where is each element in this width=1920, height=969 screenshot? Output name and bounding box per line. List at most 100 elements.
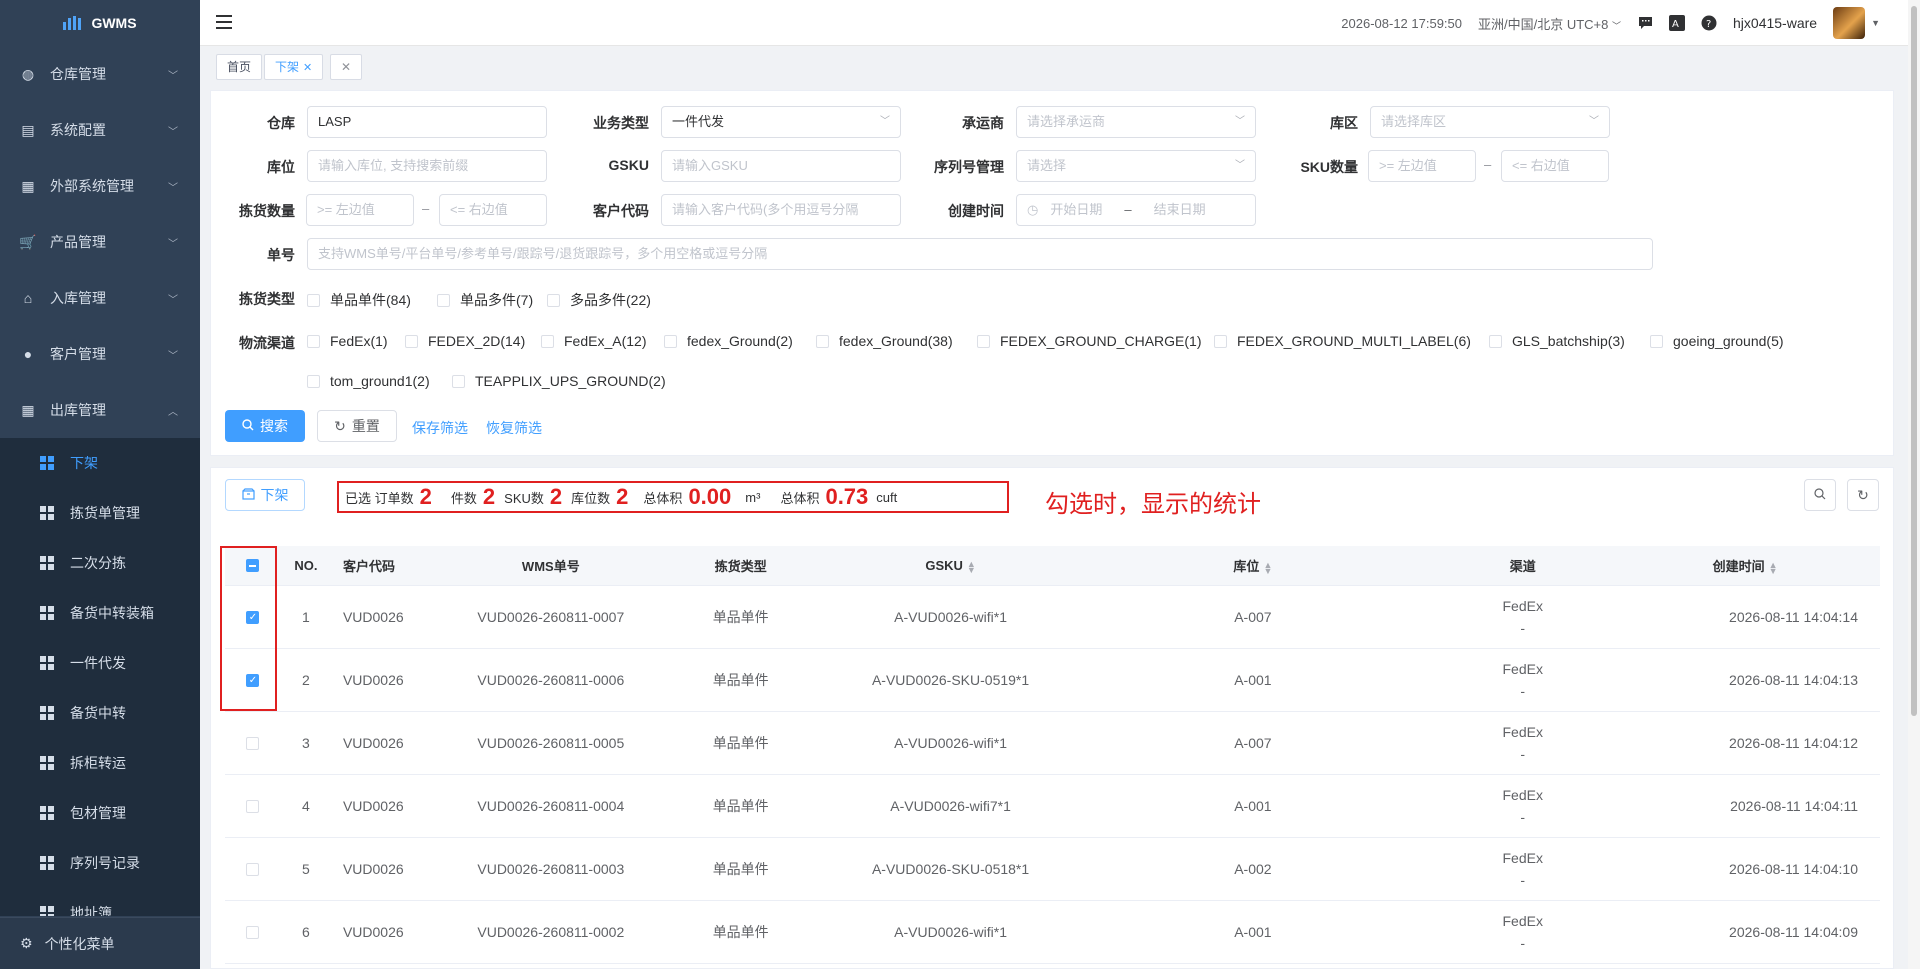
stat-locations: 2 <box>616 484 629 509</box>
sidebar-menu-item[interactable]: 🛒 产品管理 ﹀ <box>0 214 200 270</box>
biz-type-select[interactable]: 一件代发 ﹀ <box>661 106 901 138</box>
custom-menu-label: 个性化菜单 <box>44 935 115 952</box>
app-logo[interactable]: GWMS <box>0 0 200 46</box>
filter-checkbox[interactable]: FEDEX_2D(14) <box>405 333 525 349</box>
checkbox-icon <box>246 862 260 876</box>
filter-checkbox[interactable]: FedEx(1) <box>307 333 388 349</box>
table-row[interactable]: 5 VUD0026 VUD0026-260811-0003 单品单件 A-VUD0026… <box>225 838 1880 901</box>
col-created[interactable]: 创建时间 ▲ ▼ <box>1610 556 1880 575</box>
sort-icon[interactable]: ▲ ▼ <box>1263 560 1272 575</box>
sidebar-subitem[interactable]: 下架 <box>0 438 200 488</box>
filter-checkbox[interactable]: FEDEX_GROUND_CHARGE(1) <box>977 333 1201 349</box>
order-no-label: 单号 <box>267 247 295 263</box>
grid-icon <box>40 856 54 870</box>
zone-select[interactable]: 请选择库区 ﹀ <box>1370 106 1610 138</box>
filter-checkbox[interactable]: FEDEX_GROUND_MULTI_LABEL(6) <box>1214 333 1471 349</box>
customer-code-label: 客户代码 <box>593 203 649 219</box>
save-filter-link[interactable]: 保存筛选 <box>412 418 468 438</box>
row-checkbox[interactable] <box>225 736 281 750</box>
sidebar-menu-item[interactable]: ▦ 外部系统管理 ﹀ <box>0 158 200 214</box>
offshelf-button[interactable]: 下架 <box>225 479 305 511</box>
close-icon[interactable]: ✕ <box>303 62 312 74</box>
sidebar-subitem[interactable]: 二次分拣 <box>0 538 200 588</box>
search-button[interactable]: 搜索 <box>225 410 305 442</box>
filter-checkbox[interactable]: fedex_Ground(2) <box>664 333 793 349</box>
caret-down-icon[interactable]: ▼ <box>1871 18 1880 28</box>
zone-label: 库区 <box>1330 115 1358 131</box>
customer-code-input[interactable]: 请输入客户代码(多个用逗号分隔 <box>661 194 901 226</box>
gsku-label: GSKU <box>608 157 649 173</box>
avatar[interactable] <box>1833 7 1866 39</box>
row-checkbox[interactable] <box>225 799 281 813</box>
cell-wms: VUD0026-260811-0004 <box>477 798 625 814</box>
sidebar-subitem[interactable]: 备货中转 <box>0 688 200 738</box>
filter-checkbox[interactable]: fedex_Ground(38) <box>816 333 953 349</box>
warehouse-input[interactable]: LASP <box>307 106 547 138</box>
sidebar-subitem[interactable]: 拆柜转运 <box>0 738 200 788</box>
pick-qty-min-input[interactable]: >= 左边值 <box>306 194 414 226</box>
help-icon[interactable]: ? <box>1701 15 1717 31</box>
search-toggle-button[interactable] <box>1804 479 1836 511</box>
reset-button[interactable]: ↻ 重置 <box>317 410 397 442</box>
row-checkbox[interactable] <box>225 862 281 876</box>
sidebar-subitem[interactable]: 备货中转装箱 <box>0 588 200 638</box>
sidebar-menu-item[interactable]: ◍ 仓库管理 ﹀ <box>0 46 200 102</box>
location-input[interactable]: 请输入库位, 支持搜索前缀 <box>307 150 547 182</box>
sidebar-menu-item[interactable]: ● 客户管理 ﹀ <box>0 326 200 382</box>
filter-checkbox[interactable]: GLS_batchship(3) <box>1489 333 1625 349</box>
username[interactable]: hjx0415-ware <box>1733 15 1817 31</box>
translate-icon[interactable]: A <box>1669 15 1686 31</box>
table-row[interactable]: ✓ 2 VUD0026 VUD0026-260811-0006 单品单件 A-VUD002… <box>225 649 1880 712</box>
page-scrollbar[interactable] <box>1908 0 1920 969</box>
message-icon[interactable] <box>1637 15 1653 31</box>
timezone-select[interactable]: 亚洲/中国/北京 UTC+8 ﹀ <box>1478 14 1621 33</box>
sidebar-subitem[interactable]: 序列号记录 <box>0 838 200 888</box>
sidebar-subitem[interactable]: 一件代发 <box>0 638 200 688</box>
table-row[interactable]: ✓ 1 VUD0026 VUD0026-260811-0007 单品单件 A-VUD002… <box>225 586 1880 649</box>
close-all-tags-button[interactable]: ✕ <box>330 54 363 80</box>
biz-type-label: 业务类型 <box>593 115 649 131</box>
checkbox-label: tom_ground1(2) <box>330 373 430 389</box>
filter-checkbox[interactable]: 单品多件(7) <box>437 290 533 310</box>
col-gsku[interactable]: GSKU ▲ ▼ <box>831 558 1071 574</box>
sidebar-menu-item[interactable]: ⌂ 入库管理 ﹀ <box>0 270 200 326</box>
sidebar-subitem-label: 包材管理 <box>70 805 126 821</box>
custom-menu-button[interactable]: ⚙ 个性化菜单 <box>0 917 200 969</box>
restore-filter-link[interactable]: 恢复筛选 <box>486 418 542 438</box>
sidebar-subitem[interactable]: 地址簿 <box>0 888 200 916</box>
refresh-button[interactable]: ↻ <box>1847 479 1879 511</box>
cell-created: 2026-08-11 14:04:12 <box>1729 735 1859 751</box>
table-row[interactable]: 3 VUD0026 VUD0026-260811-0005 单品单件 A-VUD0026… <box>225 712 1880 775</box>
col-channel: 渠道 <box>1509 559 1536 574</box>
checkbox-icon <box>1489 334 1502 348</box>
refresh-icon: ↻ <box>334 417 346 434</box>
sidebar-menu-item[interactable]: ▤ 系统配置 ﹀ <box>0 102 200 158</box>
filter-checkbox[interactable]: goeing_ground(5) <box>1650 333 1784 349</box>
filter-checkbox[interactable]: tom_ground1(2) <box>307 373 430 389</box>
sku-qty-max-input[interactable]: <= 右边值 <box>1501 150 1609 182</box>
sidebar-menu-item[interactable]: ▦ 出库管理 ︿ <box>0 382 200 438</box>
menu-toggle-icon[interactable] <box>216 15 232 29</box>
row-checkbox[interactable] <box>225 925 281 939</box>
pick-qty-max-input[interactable]: <= 右边值 <box>439 194 547 226</box>
order-no-input[interactable]: 支持WMS单号/平台单号/参考单号/跟踪号/退货跟踪号，多个用空格或逗号分隔 <box>307 238 1653 270</box>
filter-checkbox[interactable]: FedEx_A(12) <box>541 333 646 349</box>
created-date-range[interactable]: ◷ 开始日期 – 结束日期 <box>1016 194 1256 226</box>
tag-offshelf[interactable]: 下架 ✕ <box>264 54 324 80</box>
table-row[interactable]: 4 VUD0026 VUD0026-260811-0004 单品单件 A-VUD0026… <box>225 775 1880 838</box>
sidebar-subitem[interactable]: 拣货单管理 <box>0 488 200 538</box>
tag-home[interactable]: 首页 <box>216 54 263 80</box>
gsku-input[interactable]: 请输入GSKU <box>661 150 901 182</box>
table-row[interactable]: 6 VUD0026 VUD0026-260811-0002 单品单件 A-VUD0026… <box>225 901 1880 964</box>
col-location[interactable]: 库位 ▲ ▼ <box>1071 556 1436 575</box>
sort-icon[interactable]: ▲ ▼ <box>967 559 976 574</box>
filter-checkbox[interactable]: 多品多件(22) <box>547 290 651 310</box>
serial-select[interactable]: 请选择 ﹀ <box>1016 150 1256 182</box>
filter-checkbox[interactable]: TEAPPLIX_UPS_GROUND(2) <box>452 373 666 389</box>
sku-qty-min-input[interactable]: >= 左边值 <box>1368 150 1476 182</box>
grid-icon <box>40 456 54 470</box>
sidebar-subitem[interactable]: 包材管理 <box>0 788 200 838</box>
sort-icon[interactable]: ▲ ▼ <box>1769 560 1778 575</box>
filter-checkbox[interactable]: 单品单件(84) <box>307 290 411 310</box>
carrier-select[interactable]: 请选择承运商 ﹀ <box>1016 106 1256 138</box>
